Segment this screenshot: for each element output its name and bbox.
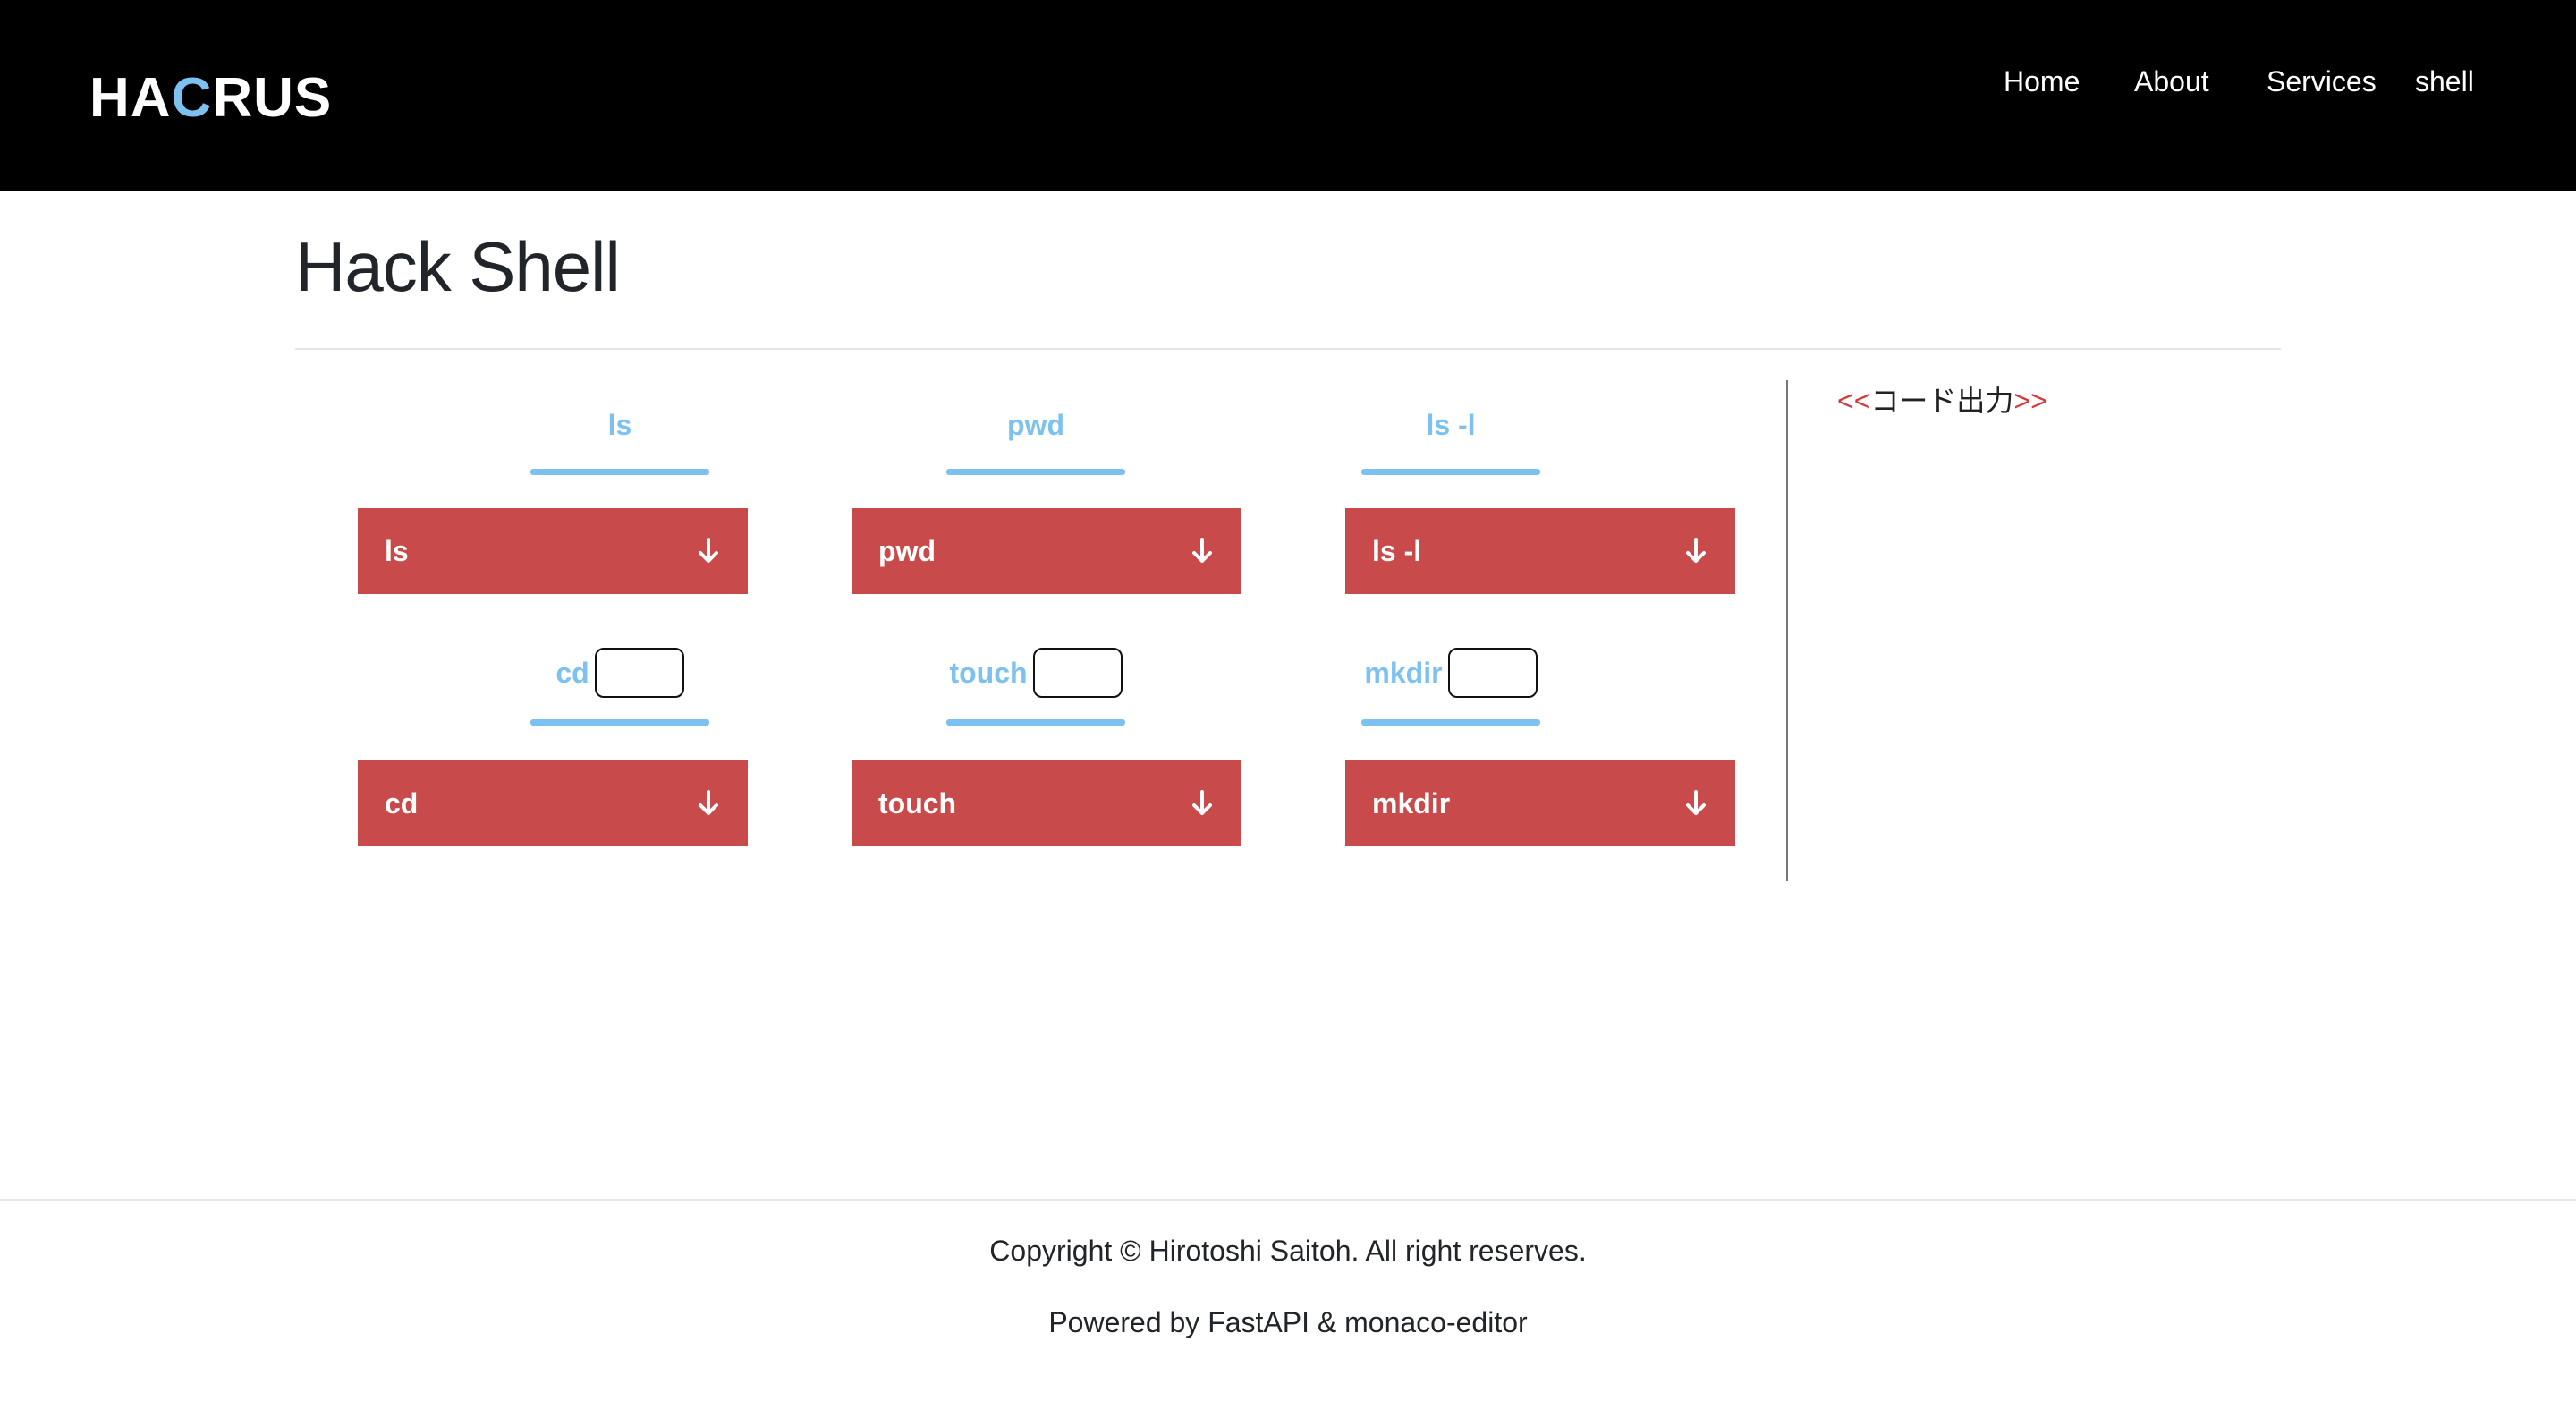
cd-label-text: cd bbox=[555, 657, 589, 689]
ls-l-label: ls -l bbox=[1361, 403, 1540, 447]
ls-button-label: ls bbox=[385, 534, 409, 567]
touch-label-underline bbox=[946, 719, 1125, 726]
output-title-text: コード出力 bbox=[1870, 385, 2014, 417]
mkdir-label-underline bbox=[1361, 719, 1540, 726]
cd-argument-input[interactable] bbox=[594, 648, 684, 698]
nav-services[interactable]: Services bbox=[2267, 63, 2377, 100]
nav-shell[interactable]: shell bbox=[2415, 63, 2474, 100]
ls-label-text: ls bbox=[607, 409, 632, 441]
ls-label-underline bbox=[530, 469, 709, 475]
arrow-down-icon bbox=[699, 538, 718, 563]
touch-button-label: touch bbox=[878, 786, 957, 820]
nav-home[interactable]: Home bbox=[2004, 63, 2080, 100]
mkdir-label-text: mkdir bbox=[1364, 657, 1443, 689]
cd-button-label: cd bbox=[385, 786, 419, 820]
arrow-down-icon bbox=[1192, 790, 1212, 815]
arrow-down-icon bbox=[1686, 538, 1706, 563]
pwd-label: pwd bbox=[946, 403, 1125, 447]
ls-l-button-label: ls -l bbox=[1372, 534, 1422, 567]
footer-powered-by: Powered by FastAPI & monaco-editor bbox=[1048, 1306, 1528, 1338]
mkdir-argument-input[interactable] bbox=[1447, 648, 1538, 698]
brand-part-1: HA bbox=[89, 67, 172, 129]
mkdir-label: mkdir bbox=[1361, 648, 1540, 698]
ls-l-label-underline bbox=[1361, 469, 1540, 475]
brand-part-2: RUS bbox=[212, 67, 333, 129]
ls-label: ls bbox=[530, 403, 709, 447]
cd-label: cd bbox=[530, 648, 709, 698]
ls-button[interactable]: ls bbox=[358, 508, 748, 594]
ls-l-button[interactable]: ls -l bbox=[1345, 508, 1735, 594]
touch-button[interactable]: touch bbox=[852, 760, 1241, 846]
mkdir-button[interactable]: mkdir bbox=[1345, 760, 1735, 846]
brand-accent-letter: C bbox=[171, 67, 213, 129]
cd-label-underline bbox=[530, 719, 709, 726]
pwd-label-underline bbox=[946, 469, 1125, 475]
footer-copyright: Copyright © Hirotoshi Saitoh. All right … bbox=[989, 1235, 1587, 1267]
output-open-marker: << bbox=[1837, 385, 1871, 417]
pwd-label-text: pwd bbox=[1007, 409, 1064, 441]
pwd-button[interactable]: pwd bbox=[852, 508, 1241, 594]
arrow-down-icon bbox=[1686, 790, 1706, 815]
output-divider bbox=[1786, 380, 1788, 881]
page-title: Hack Shell bbox=[295, 227, 621, 306]
title-divider bbox=[295, 348, 2281, 350]
arrow-down-icon bbox=[1192, 538, 1212, 563]
mkdir-button-label: mkdir bbox=[1372, 786, 1451, 820]
pwd-button-label: pwd bbox=[878, 534, 936, 567]
touch-label: touch bbox=[946, 648, 1125, 698]
nav-about[interactable]: About bbox=[2134, 63, 2209, 100]
arrow-down-icon bbox=[699, 790, 718, 815]
footer-divider bbox=[0, 1199, 2576, 1201]
navbar: HA C RUS Home About Services shell bbox=[0, 0, 2576, 191]
code-output-title: <<コード出力>> bbox=[1837, 381, 2047, 420]
brand-logo[interactable]: HA C RUS bbox=[89, 63, 332, 134]
touch-argument-input[interactable] bbox=[1032, 648, 1123, 698]
cd-button[interactable]: cd bbox=[358, 760, 748, 846]
output-close-marker: >> bbox=[2013, 385, 2047, 417]
touch-label-text: touch bbox=[949, 657, 1028, 689]
ls-l-label-text: ls -l bbox=[1426, 409, 1476, 441]
